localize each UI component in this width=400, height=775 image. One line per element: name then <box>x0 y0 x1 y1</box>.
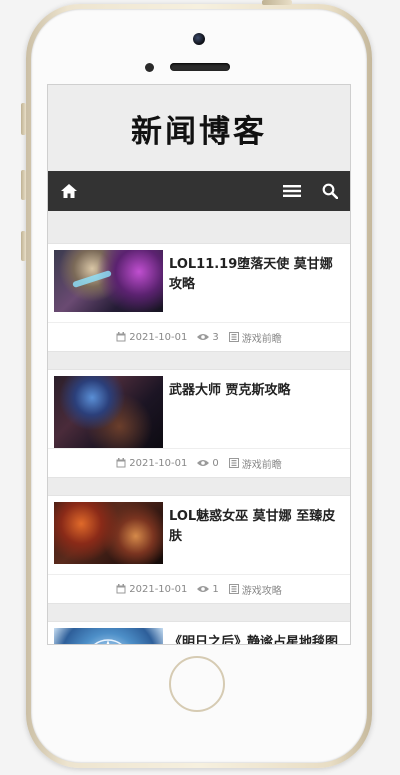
navbar <box>48 171 350 211</box>
article-title[interactable]: 《明日之后》静谧占星地毯图文展示 <box>169 628 344 644</box>
date-text: 2021-10-01 <box>129 331 188 343</box>
category-text[interactable]: 游戏攻略 <box>242 582 282 597</box>
hamburger-menu-icon[interactable] <box>283 184 301 198</box>
power-button <box>262 0 292 5</box>
article-body: LOL11.19堕落天使 莫甘娜攻略 <box>48 244 350 322</box>
eye-icon <box>197 334 210 340</box>
article-title[interactable]: LOL11.19堕落天使 莫甘娜攻略 <box>169 250 344 314</box>
folder-icon <box>228 332 239 342</box>
home-button[interactable] <box>169 656 225 712</box>
site-title[interactable]: 新闻博客 <box>131 106 267 151</box>
calendar-icon <box>116 332 126 342</box>
thumbnail-glow <box>72 269 112 289</box>
article-thumbnail[interactable] <box>54 628 163 644</box>
folder-icon <box>228 584 239 594</box>
article-category[interactable]: 游戏前瞻 <box>228 456 282 471</box>
article-card[interactable]: 《明日之后》静谧占星地毯图文展示 <box>48 621 350 644</box>
views-text: 1 <box>212 583 219 595</box>
article-meta: 2021-10-01 1 游戏攻略 <box>48 574 350 603</box>
views-text: 0 <box>212 457 219 469</box>
calendar-icon <box>116 584 126 594</box>
article-date: 2021-10-01 <box>116 584 187 595</box>
article-thumbnail[interactable] <box>54 376 163 448</box>
category-text[interactable]: 游戏前瞻 <box>242 456 282 471</box>
article-meta: 2021-10-01 0 游戏前瞻 <box>48 448 350 477</box>
article-card[interactable]: LOL11.19堕落天使 莫甘娜攻略 2021-10-01 3 游戏前瞻 <box>48 243 350 352</box>
article-card[interactable]: LOL魅惑女巫 莫甘娜 至臻皮肤 2021-10-01 1 游戏攻略 <box>48 495 350 604</box>
content-gap <box>48 211 350 243</box>
article-category[interactable]: 游戏前瞻 <box>228 330 282 345</box>
mute-switch <box>21 103 26 135</box>
article-thumbnail[interactable] <box>54 250 163 312</box>
article-body: 《明日之后》静谧占星地毯图文展示 <box>48 622 350 644</box>
article-category[interactable]: 游戏攻略 <box>228 582 282 597</box>
article-views: 1 <box>197 583 219 595</box>
article-date: 2021-10-01 <box>116 332 187 343</box>
article-body: 武器大师 贾克斯攻略 <box>48 370 350 448</box>
eye-icon <box>197 460 210 466</box>
home-icon[interactable] <box>60 183 78 199</box>
views-text: 3 <box>212 331 219 343</box>
earpiece-speaker <box>170 63 230 71</box>
screen: 新闻博客 LOL11.19堕落天使 莫甘娜攻略 2021-10-01 3 游戏前… <box>47 84 351 645</box>
eye-icon <box>197 586 210 592</box>
star-pattern <box>94 639 122 644</box>
front-camera <box>193 33 205 45</box>
proximity-sensor <box>145 63 154 72</box>
search-icon[interactable] <box>322 183 338 199</box>
article-views: 0 <box>197 457 219 469</box>
volume-up-button <box>21 170 26 200</box>
site-header: 新闻博客 <box>48 85 350 171</box>
article-card[interactable]: 武器大师 贾克斯攻略 2021-10-01 0 游戏前瞻 <box>48 369 350 478</box>
date-text: 2021-10-01 <box>129 457 188 469</box>
article-date: 2021-10-01 <box>116 458 187 469</box>
article-thumbnail[interactable] <box>54 502 163 564</box>
article-title[interactable]: LOL魅惑女巫 莫甘娜 至臻皮肤 <box>169 502 344 566</box>
calendar-icon <box>116 458 126 468</box>
folder-icon <box>228 458 239 468</box>
article-title[interactable]: 武器大师 贾克斯攻略 <box>169 376 291 440</box>
volume-down-button <box>21 231 26 261</box>
date-text: 2021-10-01 <box>129 583 188 595</box>
article-meta: 2021-10-01 3 游戏前瞻 <box>48 322 350 351</box>
article-views: 3 <box>197 331 219 343</box>
category-text[interactable]: 游戏前瞻 <box>242 330 282 345</box>
article-body: LOL魅惑女巫 莫甘娜 至臻皮肤 <box>48 496 350 574</box>
